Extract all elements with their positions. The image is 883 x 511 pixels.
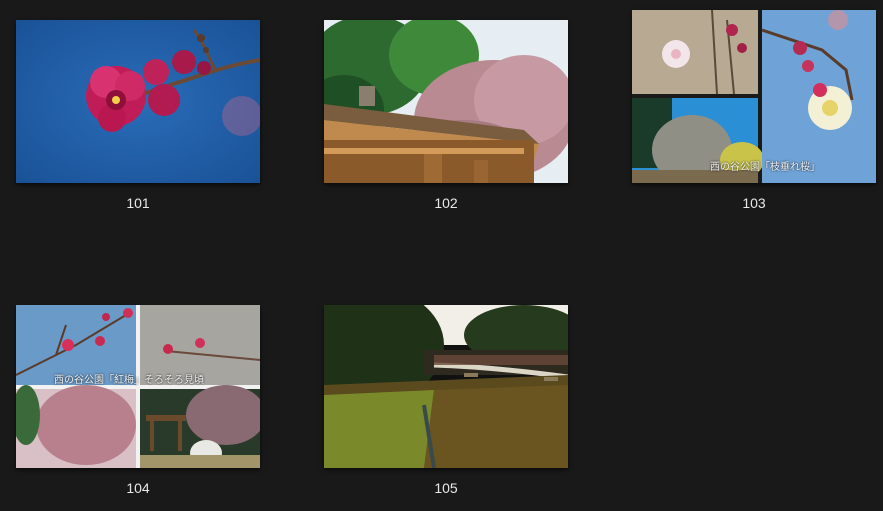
photo-caption-105: 105 (434, 480, 458, 496)
park-landscape-image (324, 305, 568, 468)
photo-thumbnail-105[interactable] (324, 305, 568, 468)
photo-thumbnail-104[interactable]: 西の谷公園「紅梅」そろそろ見頃 (16, 305, 260, 468)
photo-thumbnail-102[interactable] (324, 20, 568, 183)
plum-blossom-blue-sky-image (16, 20, 260, 183)
photo-caption-101: 101 (126, 195, 150, 211)
photo-overlay-text-103: 西の谷公園「枝垂れ桜」 (710, 162, 820, 173)
photo-caption-104: 104 (126, 480, 150, 496)
red-plum-collage-image (16, 305, 260, 468)
photo-thumbnail-103[interactable]: 西の谷公園「枝垂れ桜」 (632, 10, 876, 183)
photo-caption-103: 103 (742, 195, 766, 211)
gazebo-roof-pink-trees-image (324, 20, 568, 183)
photo-overlay-text-104: 西の谷公園「紅梅」そろそろ見頃 (54, 375, 204, 386)
photo-thumbnail-101[interactable] (16, 20, 260, 183)
photo-caption-102: 102 (434, 195, 458, 211)
